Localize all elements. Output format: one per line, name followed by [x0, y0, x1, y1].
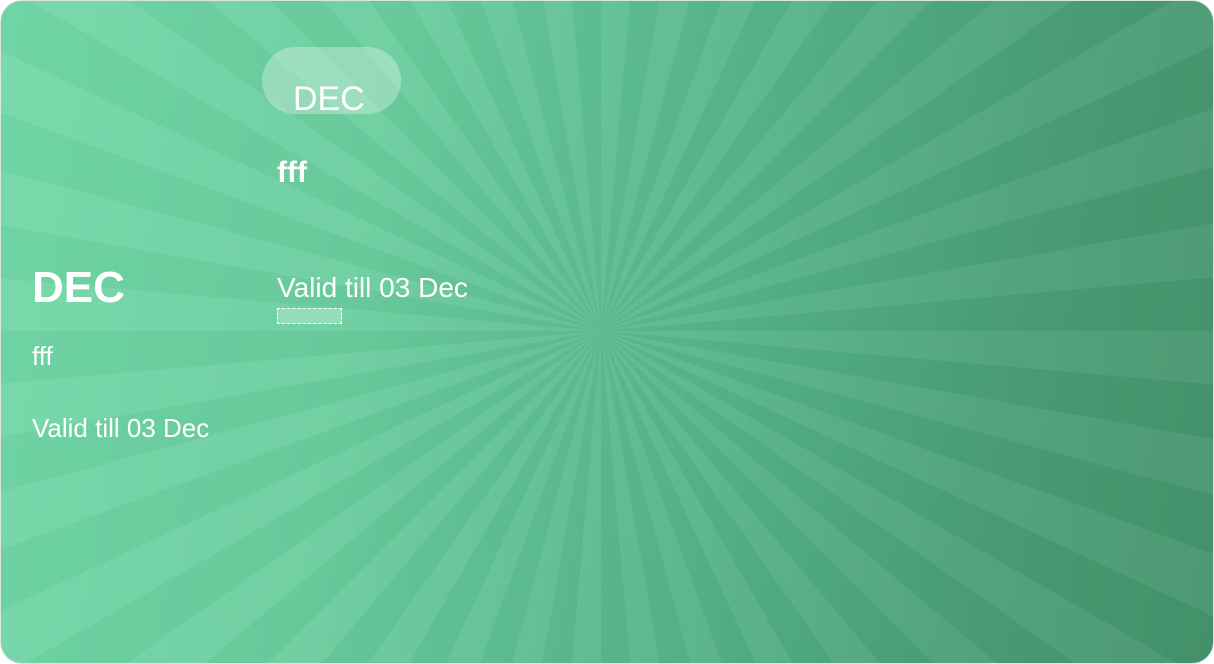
month-badge: DEC [262, 47, 401, 118]
sunburst-background [1, 1, 1213, 663]
coupon-card: DEC fff Valid till 03 Dec DEC fff Valid … [0, 0, 1214, 664]
left-month: DEC [32, 263, 125, 312]
right-validity: Valid till 03 Dec [277, 272, 468, 303]
left-name: fff [32, 341, 53, 371]
month-badge-text: DEC [293, 80, 365, 118]
right-name: fff [277, 156, 307, 189]
coupon-code-box[interactable] [277, 308, 342, 324]
left-validity: Valid till 03 Dec [32, 413, 210, 443]
